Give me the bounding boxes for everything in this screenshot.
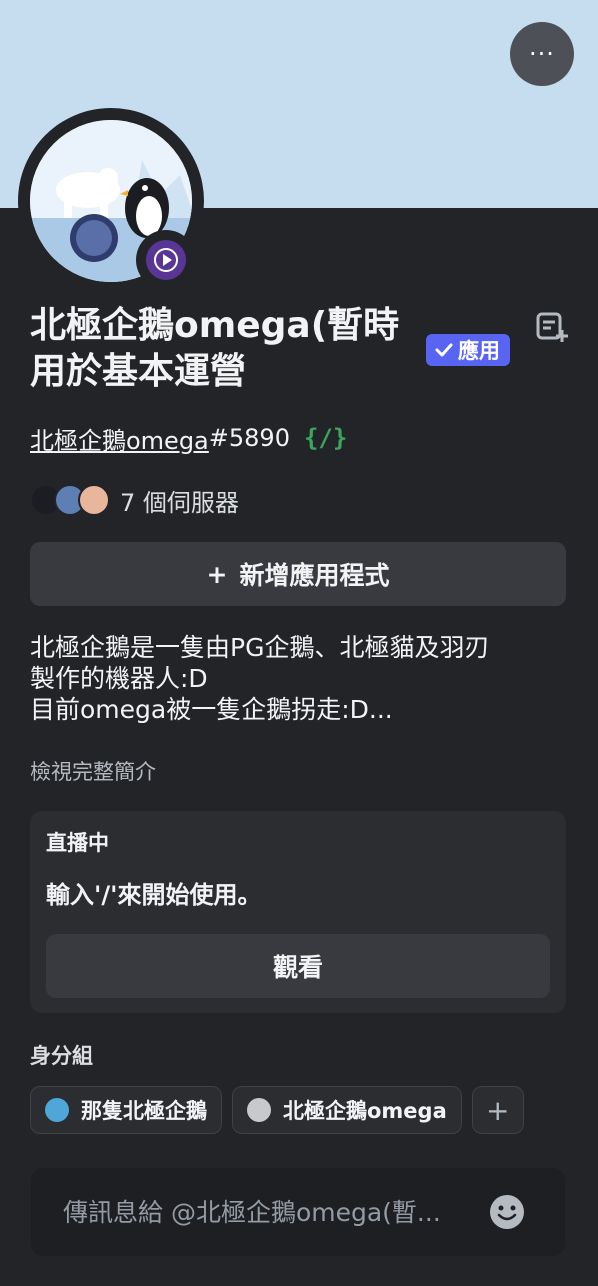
mutual-servers-label: 7 個伺服器: [120, 488, 239, 517]
server-icon: [78, 484, 110, 516]
app-badge-label: 應用: [458, 339, 500, 363]
roles-heading: 身分組: [30, 1044, 93, 1068]
role-color-dot: [45, 1098, 69, 1122]
role-chip[interactable]: 北極企鵝omega: [232, 1086, 462, 1134]
slash-commands-icon: {/}: [303, 424, 348, 452]
activity-title: 直播中: [46, 831, 109, 855]
username-row: 北極企鵝omega #5890 {/}: [30, 420, 347, 456]
roles-list: 那隻北極企鵝 北極企鵝omega +: [30, 1086, 524, 1134]
emoji-icon[interactable]: [489, 1194, 525, 1230]
role-color-dot: [247, 1098, 271, 1122]
display-name: 北極企鵝omega(暫時用於基本運營: [30, 305, 400, 392]
more-options-button[interactable]: ···: [510, 22, 574, 86]
bio-line: 目前omega被一隻企鵝拐走:D...: [30, 695, 393, 724]
add-note-icon[interactable]: [534, 310, 570, 346]
add-role-button[interactable]: +: [471, 1086, 524, 1134]
view-full-bio-link[interactable]: 檢視完整簡介: [30, 756, 156, 786]
message-box: [31, 1168, 565, 1256]
role-name: 那隻北極企鵝: [81, 1099, 207, 1123]
bio: 北極企鵝是一隻由PG企鵝、北極貓及羽刃 製作的機器人:D 目前omega被一隻企…: [30, 632, 570, 725]
activity-description: 輸入'/'來開始使用。: [46, 881, 262, 909]
username-link[interactable]: 北極企鵝omega: [30, 421, 209, 456]
bio-line: 北極企鵝是一隻由PG企鵝、北極貓及羽刃: [30, 633, 490, 662]
role-name: 北極企鵝omega: [283, 1099, 447, 1123]
streaming-status-icon: [146, 240, 186, 280]
message-input[interactable]: [63, 1168, 483, 1256]
add-app-button[interactable]: + 新增應用程式: [30, 542, 566, 606]
checkmark-icon: [435, 343, 453, 357]
add-app-label: 新增應用程式: [239, 561, 390, 590]
bio-line: 製作的機器人:D: [30, 664, 208, 693]
activity-card: 直播中 輸入'/'來開始使用。 觀看: [30, 811, 566, 1013]
app-badge: 應用: [426, 334, 510, 366]
mutual-servers-button[interactable]: 7 個伺服器: [30, 482, 239, 518]
watch-button[interactable]: 觀看: [46, 934, 550, 998]
discriminator: #5890: [208, 424, 290, 452]
role-chip[interactable]: 那隻北極企鵝: [30, 1086, 222, 1134]
plus-icon: +: [206, 559, 228, 589]
